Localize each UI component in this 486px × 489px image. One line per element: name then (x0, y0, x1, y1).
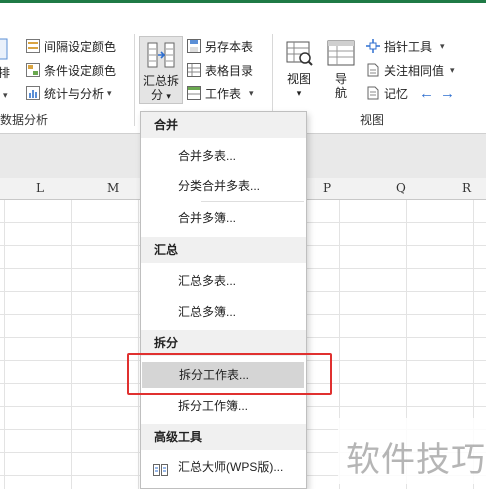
table-directory-label: 表格目录 (205, 63, 254, 78)
same-value-button[interactable]: 关注相同值 ▾ (366, 61, 455, 79)
navigation-label-1: 导 (334, 72, 347, 86)
chevron-down-icon: ▾ (440, 40, 445, 51)
view-icon (284, 38, 314, 68)
table-directory-icon (187, 63, 201, 77)
menu-section-summary: 汇总 (141, 237, 306, 263)
worksheet-button[interactable]: 工作表 ▾ (187, 84, 254, 102)
menu-item-split-workbook[interactable]: 拆分工作簿... (141, 393, 306, 419)
same-value-icon (366, 63, 380, 77)
menu-item-merge-workbooks[interactable]: 合并多簿... (141, 205, 306, 231)
summary-master-label: 汇总大师(WPS版)... (178, 460, 284, 474)
chevron-down-icon: ▾ (166, 91, 171, 101)
interval-color-button[interactable]: 间隔设定颜色 (26, 37, 116, 55)
arrow-right-icon: → (440, 84, 455, 102)
memory-label: 记忆 (384, 86, 409, 101)
condition-color-icon (26, 63, 40, 77)
summarize-split-menu: 合并 合并多表... 分类合并多表... 合并多簿... 汇总 汇总多表... … (140, 111, 307, 489)
view-button[interactable]: 视图 ▾ (282, 38, 316, 100)
condition-color-button[interactable]: 条件设定颜色 (26, 61, 116, 79)
menu-section-merge: 合并 (141, 112, 306, 138)
worksheet-icon (187, 86, 201, 100)
navigation-label-2: 航 (334, 86, 347, 100)
summary-master-icon (153, 460, 168, 476)
statistics-icon (26, 86, 40, 100)
arrow-left-icon: ← (419, 84, 434, 102)
back-arrow-button[interactable]: ← (419, 84, 434, 102)
chevron-down-icon: ▾ (107, 87, 112, 98)
group-label-data-analysis: 数据分析 (0, 113, 49, 127)
sort-icon (0, 36, 10, 62)
menu-section-advanced-tools: 高级工具 (141, 424, 306, 450)
ribbon-accent-line (0, 0, 486, 3)
table-directory-button[interactable]: 表格目录 (187, 61, 253, 79)
chevron-down-icon: ▾ (450, 64, 455, 75)
memory-button[interactable]: 记忆 (366, 84, 408, 102)
interval-color-label: 间隔设定颜色 (44, 39, 117, 54)
memory-icon (366, 86, 380, 100)
condition-color-label: 条件设定颜色 (44, 63, 117, 78)
statistics-label: 统计与分析 (44, 86, 105, 101)
menu-item-merge-sheets[interactable]: 合并多表... (141, 143, 306, 169)
chevron-down-icon: ▾ (249, 87, 254, 98)
column-header-l[interactable]: L (36, 181, 44, 195)
menu-item-summarize-sheets[interactable]: 汇总多表... (141, 268, 306, 294)
save-sheet-label: 另存本表 (205, 39, 254, 54)
save-sheet-button[interactable]: 另存本表 (187, 37, 253, 55)
same-value-label: 关注相同值 (384, 63, 445, 78)
column-header-p[interactable]: P (323, 181, 331, 195)
watermark-text: 软件技巧 (346, 440, 486, 480)
menu-item-category-merge-sheets[interactable]: 分类合并多表... (141, 173, 306, 199)
group-separator (134, 34, 135, 126)
summarize-split-icon (146, 40, 176, 70)
pointer-tool-label: 指针工具 (384, 39, 433, 54)
column-header-q[interactable]: Q (396, 181, 406, 195)
forward-arrow-button[interactable]: → (440, 84, 455, 102)
worksheet-label: 工作表 (205, 86, 242, 101)
left-partial-label: 排 (0, 66, 10, 80)
summarize-split-label-2: 分 ▾ (151, 88, 171, 102)
pointer-tool-icon (366, 39, 380, 53)
statistics-analysis-button[interactable]: 统计与分析 ▾ (26, 84, 112, 102)
chevron-down-icon: ▾ (3, 89, 8, 100)
left-partial-caret[interactable]: ▾ (0, 86, 8, 104)
navigation-icon (326, 38, 356, 68)
pointer-tool-button[interactable]: 指针工具 ▾ (366, 37, 445, 55)
summarize-split-label-1: 汇总拆 (142, 74, 179, 88)
group-label-view: 视图 (360, 113, 385, 127)
navigation-button[interactable]: 导 航 (324, 38, 358, 100)
column-header-r[interactable]: R (462, 181, 471, 195)
menu-item-summary-master[interactable]: 汇总大师(WPS版)... (141, 454, 306, 480)
data-analysis-partial-button[interactable]: 排 (0, 36, 10, 80)
column-header-m[interactable]: M (107, 181, 119, 195)
interval-color-icon (26, 39, 40, 53)
highlight-annotation-box (127, 353, 332, 395)
menu-divider (201, 201, 304, 202)
summarize-split-button[interactable]: 汇总拆 分 ▾ (139, 36, 183, 104)
chevron-down-icon: ▾ (296, 88, 302, 98)
menu-item-summarize-workbooks[interactable]: 汇总多簿... (141, 299, 306, 325)
save-sheet-icon (187, 39, 201, 53)
view-label: 视图 (286, 72, 311, 86)
